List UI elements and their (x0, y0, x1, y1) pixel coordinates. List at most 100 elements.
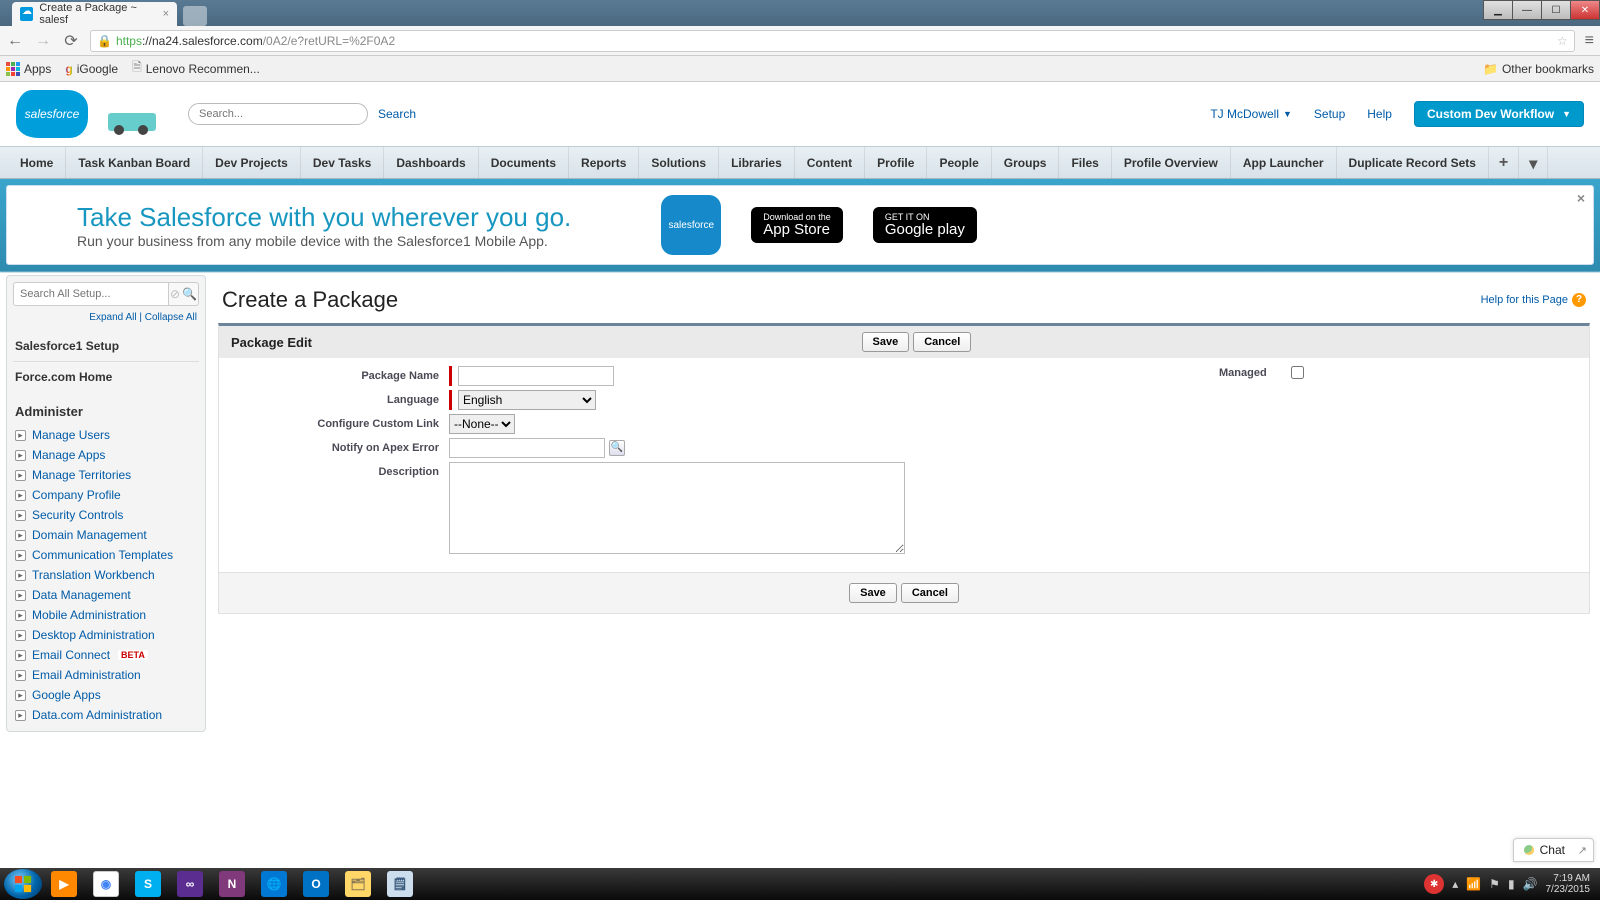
window-minimize2-button[interactable]: ▁ (1483, 0, 1513, 20)
bookmark-star-icon[interactable]: ☆ (1557, 34, 1568, 48)
nav-tab-dev-projects[interactable]: Dev Projects (203, 147, 301, 178)
help-for-page-link[interactable]: Help for this Page ? (1481, 293, 1586, 307)
expand-arrow-icon[interactable]: ▸ (15, 670, 26, 681)
salesforce-logo-icon[interactable]: salesforce (16, 90, 88, 138)
sidebar-item-data.com-administration[interactable]: ▸Data.com Administration (13, 705, 199, 725)
reload-icon[interactable]: ⟳ (62, 31, 80, 51)
sidebar-item-company-profile[interactable]: ▸Company Profile (13, 485, 199, 505)
clear-icon[interactable]: ⊘ (170, 287, 180, 301)
collapse-all-link[interactable]: Collapse All (145, 312, 197, 323)
taskbar-app-blue[interactable]: 🌐 (254, 870, 294, 898)
expand-arrow-icon[interactable]: ▸ (15, 590, 26, 601)
help-link[interactable]: Help (1367, 107, 1392, 121)
package-name-input[interactable] (458, 366, 614, 386)
search-icon[interactable]: 🔍 (182, 287, 197, 301)
volume-icon[interactable]: 🔊 (1523, 877, 1538, 891)
nav-tab-duplicate-record-sets[interactable]: Duplicate Record Sets (1337, 147, 1489, 178)
googleplay-button[interactable]: GET IT ON Google play (873, 207, 977, 243)
expand-arrow-icon[interactable]: ▸ (15, 450, 26, 461)
nav-tab-app-launcher[interactable]: App Launcher (1231, 147, 1337, 178)
sidebar-item-translation-workbench[interactable]: ▸Translation Workbench (13, 565, 199, 585)
system-clock[interactable]: 7:19 AM 7/23/2015 (1546, 873, 1591, 895)
start-button[interactable] (4, 869, 42, 899)
window-minimize-button[interactable]: — (1512, 0, 1542, 20)
tab-close-icon[interactable]: × (163, 8, 169, 20)
global-search-button[interactable]: Search (378, 107, 416, 121)
expand-all-link[interactable]: Expand All (89, 312, 136, 323)
taskbar-skype[interactable]: S (128, 870, 168, 898)
sidebar-item-mobile-administration[interactable]: ▸Mobile Administration (13, 605, 199, 625)
flag-icon[interactable]: ⚑ (1489, 877, 1500, 891)
taskbar-outlook[interactable]: O (296, 870, 336, 898)
expand-arrow-icon[interactable]: ▸ (15, 610, 26, 621)
nav-tab-solutions[interactable]: Solutions (639, 147, 719, 178)
tray-expand-icon[interactable]: ▴ (1452, 877, 1458, 891)
taskbar-notepad[interactable]: 🗒 (380, 870, 420, 898)
language-select[interactable]: English (458, 390, 596, 410)
new-tab-button[interactable] (183, 6, 207, 26)
taskbar-mediaplayer[interactable]: ▶ (44, 870, 84, 898)
notify-apex-error-input[interactable] (449, 438, 605, 458)
expand-arrow-icon[interactable]: ▸ (15, 470, 26, 481)
nav-tab-reports[interactable]: Reports (569, 147, 639, 178)
promo-close-icon[interactable]: × (1577, 190, 1585, 206)
nav-tab-home[interactable]: Home (8, 147, 66, 178)
expand-arrow-icon[interactable]: ▸ (15, 710, 26, 721)
forward-icon[interactable]: → (34, 32, 52, 50)
sidebar-item-desktop-administration[interactable]: ▸Desktop Administration (13, 625, 199, 645)
sidebar-item-manage-apps[interactable]: ▸Manage Apps (13, 445, 199, 465)
nav-tab-groups[interactable]: Groups (992, 147, 1060, 178)
bookmark-apps[interactable]: Apps (6, 62, 51, 76)
expand-arrow-icon[interactable]: ▸ (15, 570, 26, 581)
taskbar-explorer[interactable]: 🗂 (338, 870, 378, 898)
global-search-input[interactable] (188, 103, 368, 125)
sidebar-item-data-management[interactable]: ▸Data Management (13, 585, 199, 605)
tray-app-icon[interactable]: ✱ (1424, 874, 1444, 894)
cancel-button-bottom[interactable]: Cancel (901, 583, 959, 603)
sidebar-item-manage-users[interactable]: ▸Manage Users (13, 425, 199, 445)
cancel-button[interactable]: Cancel (913, 332, 971, 352)
managed-checkbox[interactable] (1291, 366, 1304, 379)
taskbar-visualstudio[interactable]: ∞ (170, 870, 210, 898)
expand-arrow-icon[interactable]: ▸ (15, 650, 26, 661)
chrome-menu-icon[interactable]: ≡ (1585, 32, 1594, 50)
chat-widget[interactable]: Chat ↗ (1513, 838, 1594, 862)
nav-tab-add[interactable]: + (1489, 147, 1519, 178)
window-close-button[interactable]: ✕ (1570, 0, 1600, 20)
sidebar-item-security-controls[interactable]: ▸Security Controls (13, 505, 199, 525)
bookmark-igoogle[interactable]: g iGoogle (65, 62, 118, 76)
sidebar-item-domain-management[interactable]: ▸Domain Management (13, 525, 199, 545)
wifi-icon[interactable]: 📶 (1466, 877, 1481, 891)
nav-tab-documents[interactable]: Documents (479, 147, 569, 178)
nav-tab-people[interactable]: People (927, 147, 991, 178)
description-textarea[interactable] (449, 462, 905, 554)
save-button[interactable]: Save (862, 332, 910, 352)
other-bookmarks[interactable]: 📁 Other bookmarks (1483, 62, 1594, 76)
sidebar-item-email-connect[interactable]: ▸Email ConnectBETA (13, 645, 199, 665)
sidebar-item-manage-territories[interactable]: ▸Manage Territories (13, 465, 199, 485)
user-menu[interactable]: TJ McDowell ▼ (1210, 107, 1292, 121)
save-button-bottom[interactable]: Save (849, 583, 897, 603)
browser-tab-active[interactable]: Create a Package ~ salesf × (12, 2, 177, 26)
nav-tab-dashboards[interactable]: Dashboards (384, 147, 478, 178)
nav-tab-more[interactable]: ▾ (1519, 147, 1548, 178)
expand-arrow-icon[interactable]: ▸ (15, 430, 26, 441)
expand-arrow-icon[interactable]: ▸ (15, 550, 26, 561)
nav-tab-content[interactable]: Content (795, 147, 865, 178)
sidebar-forcecom-home[interactable]: Force.com Home (13, 361, 199, 392)
sidebar-item-google-apps[interactable]: ▸Google Apps (13, 685, 199, 705)
app-menu-button[interactable]: Custom Dev Workflow ▼ (1414, 101, 1584, 127)
bookmark-lenovo[interactable]: 🗎 Lenovo Recommen... (132, 58, 260, 79)
sidebar-item-communication-templates[interactable]: ▸Communication Templates (13, 545, 199, 565)
nav-tab-files[interactable]: Files (1059, 147, 1111, 178)
expand-arrow-icon[interactable]: ▸ (15, 530, 26, 541)
nav-tab-task-kanban-board[interactable]: Task Kanban Board (66, 147, 203, 178)
lookup-icon[interactable]: 🔍 (609, 440, 625, 456)
window-maximize-button[interactable]: ☐ (1541, 0, 1571, 20)
expand-arrow-icon[interactable]: ▸ (15, 690, 26, 701)
back-icon[interactable]: ← (6, 32, 24, 50)
taskbar-chrome[interactable]: ◉ (86, 870, 126, 898)
expand-arrow-icon[interactable]: ▸ (15, 630, 26, 641)
nav-tab-profile-overview[interactable]: Profile Overview (1112, 147, 1231, 178)
setup-link[interactable]: Setup (1314, 107, 1345, 121)
